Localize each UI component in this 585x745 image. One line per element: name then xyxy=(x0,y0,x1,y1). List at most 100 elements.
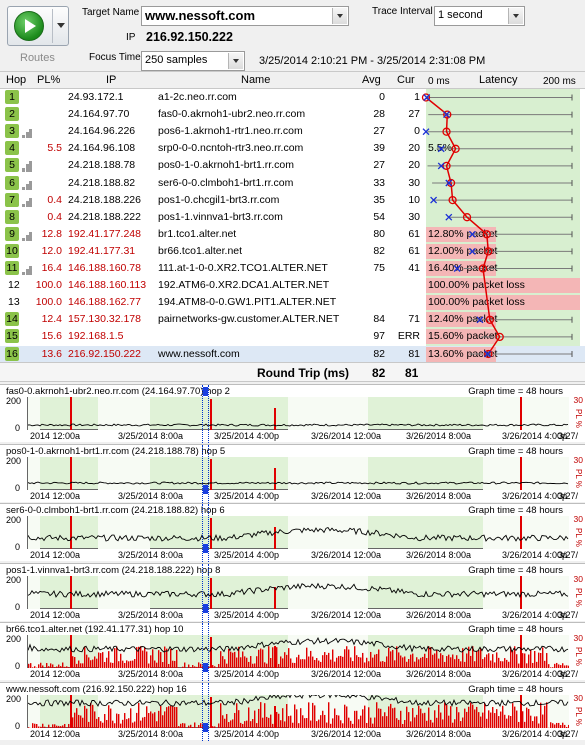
loss-bar xyxy=(488,709,490,728)
loss-bar xyxy=(328,652,330,668)
loss-bar xyxy=(312,702,314,728)
table-row[interactable]: 5 24.218.188.78 pos0-1-0.akrnoh1-brt1.rr.c… xyxy=(0,157,585,174)
focus-cursor[interactable] xyxy=(202,623,209,681)
avg-value: 80 xyxy=(373,227,385,240)
loss-bar xyxy=(472,704,474,728)
graph-x-tick: 3/26/2014 12:00a xyxy=(311,609,382,620)
hop-graph-panel[interactable]: pos1-1.vinnva1-brt3.rr.com (24.218.188.2… xyxy=(0,562,585,622)
hop-graph-panel[interactable]: www.nessoft.com (216.92.150.222) hop 16 G… xyxy=(0,681,585,741)
table-row[interactable]: 10 12.0 192.41.177.31 br66.tco1.alter.net 82… xyxy=(0,243,585,260)
loss-bar xyxy=(288,648,290,668)
loss-bar xyxy=(212,665,214,668)
loss-spike xyxy=(70,516,72,549)
graph-x-tick: 3/26/2014 12:00a xyxy=(311,550,382,560)
target-name-combo[interactable]: www.nessoft.com xyxy=(141,6,349,26)
loss-bar xyxy=(256,656,258,668)
table-row[interactable]: 6 24.218.188.82 ser6-0-0.clmboh1-brt1.rr.c… xyxy=(0,175,585,192)
col-name[interactable]: Name xyxy=(241,74,270,86)
table-row[interactable]: 4 5.5 24.164.96.108 srp0-0-0.ncntoh-rtr3.ne… xyxy=(0,140,585,157)
loss-bar xyxy=(314,659,316,668)
table-row[interactable]: 11 16.4 146.188.160.78 111.at-1-0-0.XR2.TCO… xyxy=(0,260,585,277)
loss-bar xyxy=(446,704,448,728)
focus-marker xyxy=(203,722,208,732)
graph-x-tick: 2014 12:00a xyxy=(30,550,81,560)
loss-bar xyxy=(534,650,536,668)
chevron-down-icon[interactable] xyxy=(332,8,347,24)
col-ip[interactable]: IP xyxy=(106,74,116,86)
graph-x-tick: 3/26/2014 12:00a xyxy=(311,490,382,501)
hostname: www.nessoft.com xyxy=(158,347,240,360)
table-row[interactable]: 1 24.93.172.1 a1-2c.neo.rr.com 0 1 xyxy=(0,89,585,106)
start-trace-button[interactable] xyxy=(7,6,69,46)
hop-badge: 16 xyxy=(5,346,19,361)
loss-spike xyxy=(274,527,276,549)
focus-cursor[interactable] xyxy=(202,504,209,562)
loss-bar xyxy=(82,717,84,728)
table-row[interactable]: 12 100.0 146.188.160.113 192.ATM6-0.XR2.DCA… xyxy=(0,277,585,294)
loss-bar xyxy=(514,706,516,728)
loss-bar xyxy=(222,656,224,668)
loss-bar xyxy=(252,663,254,668)
table-row[interactable]: 13 100.0 146.188.162.77 194.ATM8-0-0.GW1.PI… xyxy=(0,294,585,311)
loss-bar xyxy=(504,658,506,668)
loss-bar xyxy=(458,658,460,668)
hop-table: Hop PL% IP Name Avg Cur 0 ms Latency 200… xyxy=(0,72,585,363)
loss-bar xyxy=(42,665,44,668)
hostname: fas0-0.akrnoh1-ubr2.neo.rr.com xyxy=(158,108,306,121)
focus-cursor[interactable] xyxy=(202,682,209,741)
col-latency[interactable]: Latency xyxy=(479,74,518,86)
loss-bar xyxy=(120,723,122,728)
loss-bar xyxy=(68,723,70,728)
loss-bar xyxy=(354,646,356,668)
loss-bar xyxy=(276,647,278,668)
table-row[interactable]: 15 15.6 192.168.1.5 97 ERR 15.60% packet loss xyxy=(0,328,585,345)
col-avg[interactable]: Avg xyxy=(362,74,381,86)
loss-bar xyxy=(262,717,264,728)
focus-cursor[interactable] xyxy=(202,444,209,503)
trace-interval-combo[interactable]: 1 second xyxy=(434,6,525,26)
table-row[interactable]: 8 0.4 24.218.188.222 pos1-1.vinnva1-brt3.rr… xyxy=(0,209,585,226)
loss-bar xyxy=(108,651,110,668)
graph-title: pos1-1.vinnva1-brt3.rr.com (24.218.188.2… xyxy=(6,564,221,576)
col-cur[interactable]: Cur xyxy=(397,74,415,86)
pl-value: 12.0 xyxy=(41,244,62,257)
loss-bar xyxy=(120,653,122,668)
hop-graph-panel[interactable]: ser6-0-0.clmboh1-brt1.rr.com (24.218.188… xyxy=(0,503,585,562)
loss-bar xyxy=(418,659,420,668)
loss-bar xyxy=(410,720,412,728)
loss-bar xyxy=(272,723,274,728)
table-row[interactable]: 3 24.164.96.226 pos6-1.akrnoh1-rtr1.neo.rr… xyxy=(0,123,585,140)
table-row[interactable]: 9 12.8 192.41.177.248 br1.tco1.alter.net 80 6… xyxy=(0,226,585,243)
loss-bar xyxy=(540,653,542,668)
table-row[interactable]: 2 24.164.97.70 fas0-0.akrnoh1-ubr2.neo.rr.… xyxy=(0,106,585,123)
graph-x-tick: 3/26/2014 12:00a xyxy=(311,431,382,441)
focus-cursor[interactable] xyxy=(202,385,209,443)
loss-bar xyxy=(452,722,454,728)
latency-trace xyxy=(28,635,569,668)
loss-bar xyxy=(118,661,120,668)
graph-pl-max: 30 xyxy=(573,573,583,584)
graph-time: Graph time = 48 hours xyxy=(468,505,563,516)
col-pl[interactable]: PL% xyxy=(37,74,60,86)
table-row[interactable]: 7 0.4 24.218.188.226 pos1-0.chcgil1-brt3.rr… xyxy=(0,192,585,209)
focus-cursor[interactable] xyxy=(202,563,209,622)
loss-bar xyxy=(518,721,520,728)
focus-marker xyxy=(203,484,208,494)
table-row[interactable]: 16 13.6 216.92.150.222 www.nessoft.com 82 81 1… xyxy=(0,345,585,363)
loss-bar xyxy=(542,647,544,668)
col-hop[interactable]: Hop xyxy=(6,74,26,86)
routes-button[interactable]: Routes xyxy=(20,52,55,64)
hop-graph-panel[interactable]: pos0-1-0.akrnoh1-brt1.rr.com (24.218.188… xyxy=(0,443,585,503)
loss-bar xyxy=(298,654,300,668)
hop-graph-panel[interactable]: fas0-0.akrnoh1-ubr2.neo.rr.com (24.164.9… xyxy=(0,384,585,443)
table-row[interactable]: 14 12.4 157.130.32.178 pairnetworks-gw.cust… xyxy=(0,311,585,328)
focus-time-combo[interactable]: 250 samples xyxy=(141,51,245,71)
hop-badge: 10 xyxy=(5,243,19,258)
loss-bar xyxy=(128,717,130,728)
loss-bar xyxy=(246,720,248,728)
hop-badge: 11 xyxy=(5,261,19,275)
chevron-down-icon[interactable] xyxy=(508,8,523,24)
hop-graph-panel[interactable]: br66.tco1.alter.net (192.41.177.31) hop … xyxy=(0,622,585,681)
chevron-down-icon[interactable] xyxy=(228,53,243,69)
chevron-down-icon[interactable] xyxy=(57,23,65,28)
